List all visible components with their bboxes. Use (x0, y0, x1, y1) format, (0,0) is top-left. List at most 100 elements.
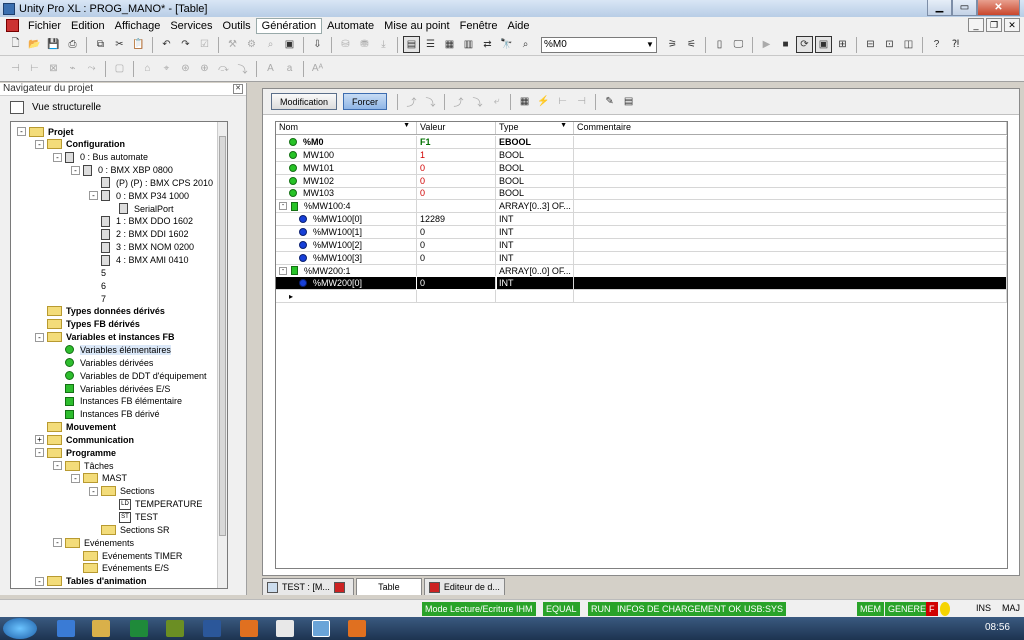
help-icon[interactable]: ? (928, 36, 945, 53)
cell-nom[interactable]: ▸ (276, 290, 417, 303)
ie-icon[interactable] (57, 620, 75, 637)
col-header-type[interactable]: Type ▼ (496, 122, 574, 134)
view-toggle-icon[interactable]: ▤ (403, 36, 420, 53)
table-row[interactable]: MW100 1 BOOL (276, 148, 1007, 162)
set-false-icon[interactable]: ⤵ (469, 93, 486, 110)
replace-icon[interactable]: ⇄ (479, 36, 496, 53)
cell-type[interactable]: BOOL (496, 174, 574, 187)
redo-icon[interactable]: ↷ (177, 36, 194, 53)
cell-commentaire[interactable] (574, 264, 1007, 277)
maximize-button[interactable]: ▭ (952, 0, 977, 16)
tree-item[interactable]: 5 (89, 266, 106, 279)
navigator-close-icon[interactable]: ✕ (233, 84, 243, 94)
app-icon[interactable] (348, 620, 366, 637)
collapse-icon[interactable]: - (35, 139, 44, 149)
new-file-icon[interactable]: 🗋 (7, 36, 24, 53)
tree-item[interactable]: Sections SR (89, 523, 170, 536)
cell-commentaire[interactable] (574, 225, 1007, 238)
animation-icon[interactable]: ⟳ (796, 36, 813, 53)
set-true-icon[interactable]: ⤴ (450, 93, 467, 110)
menu-mise-au-point[interactable]: Mise au point (379, 19, 454, 33)
chevron-down-icon[interactable]: ▼ (403, 122, 410, 129)
tree-item[interactable]: Evénements TIMER (71, 549, 182, 562)
open-file-icon[interactable]: 📂 (26, 36, 43, 53)
unity-pro-icon[interactable] (312, 620, 330, 637)
cell-type[interactable]: INT (496, 251, 574, 264)
close-button[interactable]: ✕ (977, 0, 1020, 16)
doc-minimize-button[interactable]: _ (968, 18, 984, 32)
cell-valeur[interactable] (417, 264, 496, 277)
collapse-icon[interactable]: - (53, 538, 62, 548)
table-row[interactable]: MW103 0 BOOL (276, 187, 1007, 201)
cell-nom[interactable]: MW103 (276, 187, 417, 200)
cell-nom[interactable]: MW101 (276, 161, 417, 174)
tree-item[interactable]: LD TEMPERATURE (107, 498, 202, 511)
cell-type[interactable]: INT (496, 225, 574, 238)
cell-valeur[interactable]: 0 (417, 187, 496, 200)
tree-item[interactable]: 6 (89, 279, 106, 292)
tree-item[interactable]: 7 (89, 292, 106, 305)
table-row[interactable]: %M0 F1 EBOOL (276, 136, 1007, 149)
simulator-icon[interactable]: ▣ (815, 36, 832, 53)
tree-view-icon[interactable]: ☰ (422, 36, 439, 53)
tree-item[interactable]: - Programme (35, 446, 116, 459)
window-tile-icon[interactable]: ⊟ (862, 36, 879, 53)
tree-item[interactable]: Types données dérivés (35, 305, 165, 318)
ld-jump-icon[interactable]: ⤳ (83, 60, 100, 77)
menu-automate[interactable]: Automate (322, 19, 379, 33)
document-icon[interactable] (6, 19, 19, 32)
cell-nom[interactable]: %MW100[2] (276, 238, 417, 251)
cell-type[interactable]: ARRAY[0..0] OF... (496, 264, 574, 277)
cell-commentaire[interactable] (574, 174, 1007, 187)
lightning-icon[interactable]: ⚡ (535, 93, 552, 110)
cell-valeur[interactable]: 0 (417, 174, 496, 187)
table-row[interactable]: %MW100[3] 0 INT (276, 251, 1007, 265)
collapse-icon[interactable]: - (71, 473, 80, 483)
table-row[interactable]: MW101 0 BOOL (276, 161, 1007, 175)
tree-item[interactable]: Mouvement (35, 421, 116, 434)
unforce-icon[interactable]: ⤶ (488, 93, 505, 110)
step-over-icon[interactable]: ⤼ (215, 60, 232, 77)
ld-contact-icon[interactable]: ⊣ (7, 60, 24, 77)
cell-valeur[interactable]: F1 (417, 136, 496, 148)
watch-icon[interactable]: ⊕ (196, 60, 213, 77)
menu-outils[interactable]: Outils (218, 19, 256, 33)
collapse-icon[interactable]: - (35, 448, 44, 458)
scrollbar-thumb[interactable] (219, 136, 226, 536)
cut-icon[interactable]: ✂ (111, 36, 128, 53)
cell-type[interactable]: BOOL (496, 187, 574, 200)
tree-item[interactable]: (P) (P) : BMX CPS 2010 (89, 176, 213, 189)
table-row[interactable]: %MW100[0] 12289 INT (276, 213, 1007, 227)
breakpoint-icon[interactable]: ⊛ (177, 60, 194, 77)
tree-item[interactable]: SerialPort (107, 202, 174, 215)
search-combo[interactable]: %M0 ▼ (541, 36, 657, 53)
cell-valeur[interactable] (417, 200, 496, 213)
tree-item[interactable]: + Communication (35, 433, 134, 446)
collapse-icon[interactable]: - (279, 202, 287, 211)
table-row[interactable]: ▸ (276, 290, 1007, 304)
cell-commentaire[interactable] (574, 277, 1007, 290)
collapse-icon[interactable]: - (53, 461, 62, 471)
download-icon[interactable]: ⤓ (375, 36, 392, 53)
table-row[interactable]: %MW200[0] 0 INT (276, 276, 1007, 291)
tree-item[interactable]: Table (53, 588, 102, 589)
rebuild-icon[interactable]: ⚙ (243, 36, 260, 53)
menu-generation[interactable]: Génération (255, 17, 323, 34)
collapse-icon[interactable]: - (279, 266, 287, 275)
collapse-icon[interactable]: - (53, 152, 62, 162)
debug-icon[interactable]: ⊞ (834, 36, 851, 53)
collapse-icon[interactable]: - (35, 332, 44, 342)
minimize-button[interactable]: ▁ (927, 0, 952, 16)
force-table-icon[interactable]: ⊢ (554, 93, 571, 110)
build-icon[interactable]: ⚒ (224, 36, 241, 53)
run-icon[interactable]: ▶ (758, 36, 775, 53)
cell-type[interactable]: INT (496, 238, 574, 251)
tree-item[interactable]: 2 : BMX DDI 1602 (89, 228, 189, 241)
collapse-icon[interactable]: - (17, 127, 26, 136)
forcer-button[interactable]: Forcer (343, 93, 388, 110)
step-icon[interactable]: ⌂ (139, 60, 156, 77)
bus-config-icon[interactable]: ▯ (711, 36, 728, 53)
menu-fenetre[interactable]: Fenêtre (455, 19, 503, 33)
zoom-out-icon[interactable]: a (281, 60, 298, 77)
table-row[interactable]: - %MW200:1 ARRAY[0..0] OF... (276, 264, 1007, 278)
